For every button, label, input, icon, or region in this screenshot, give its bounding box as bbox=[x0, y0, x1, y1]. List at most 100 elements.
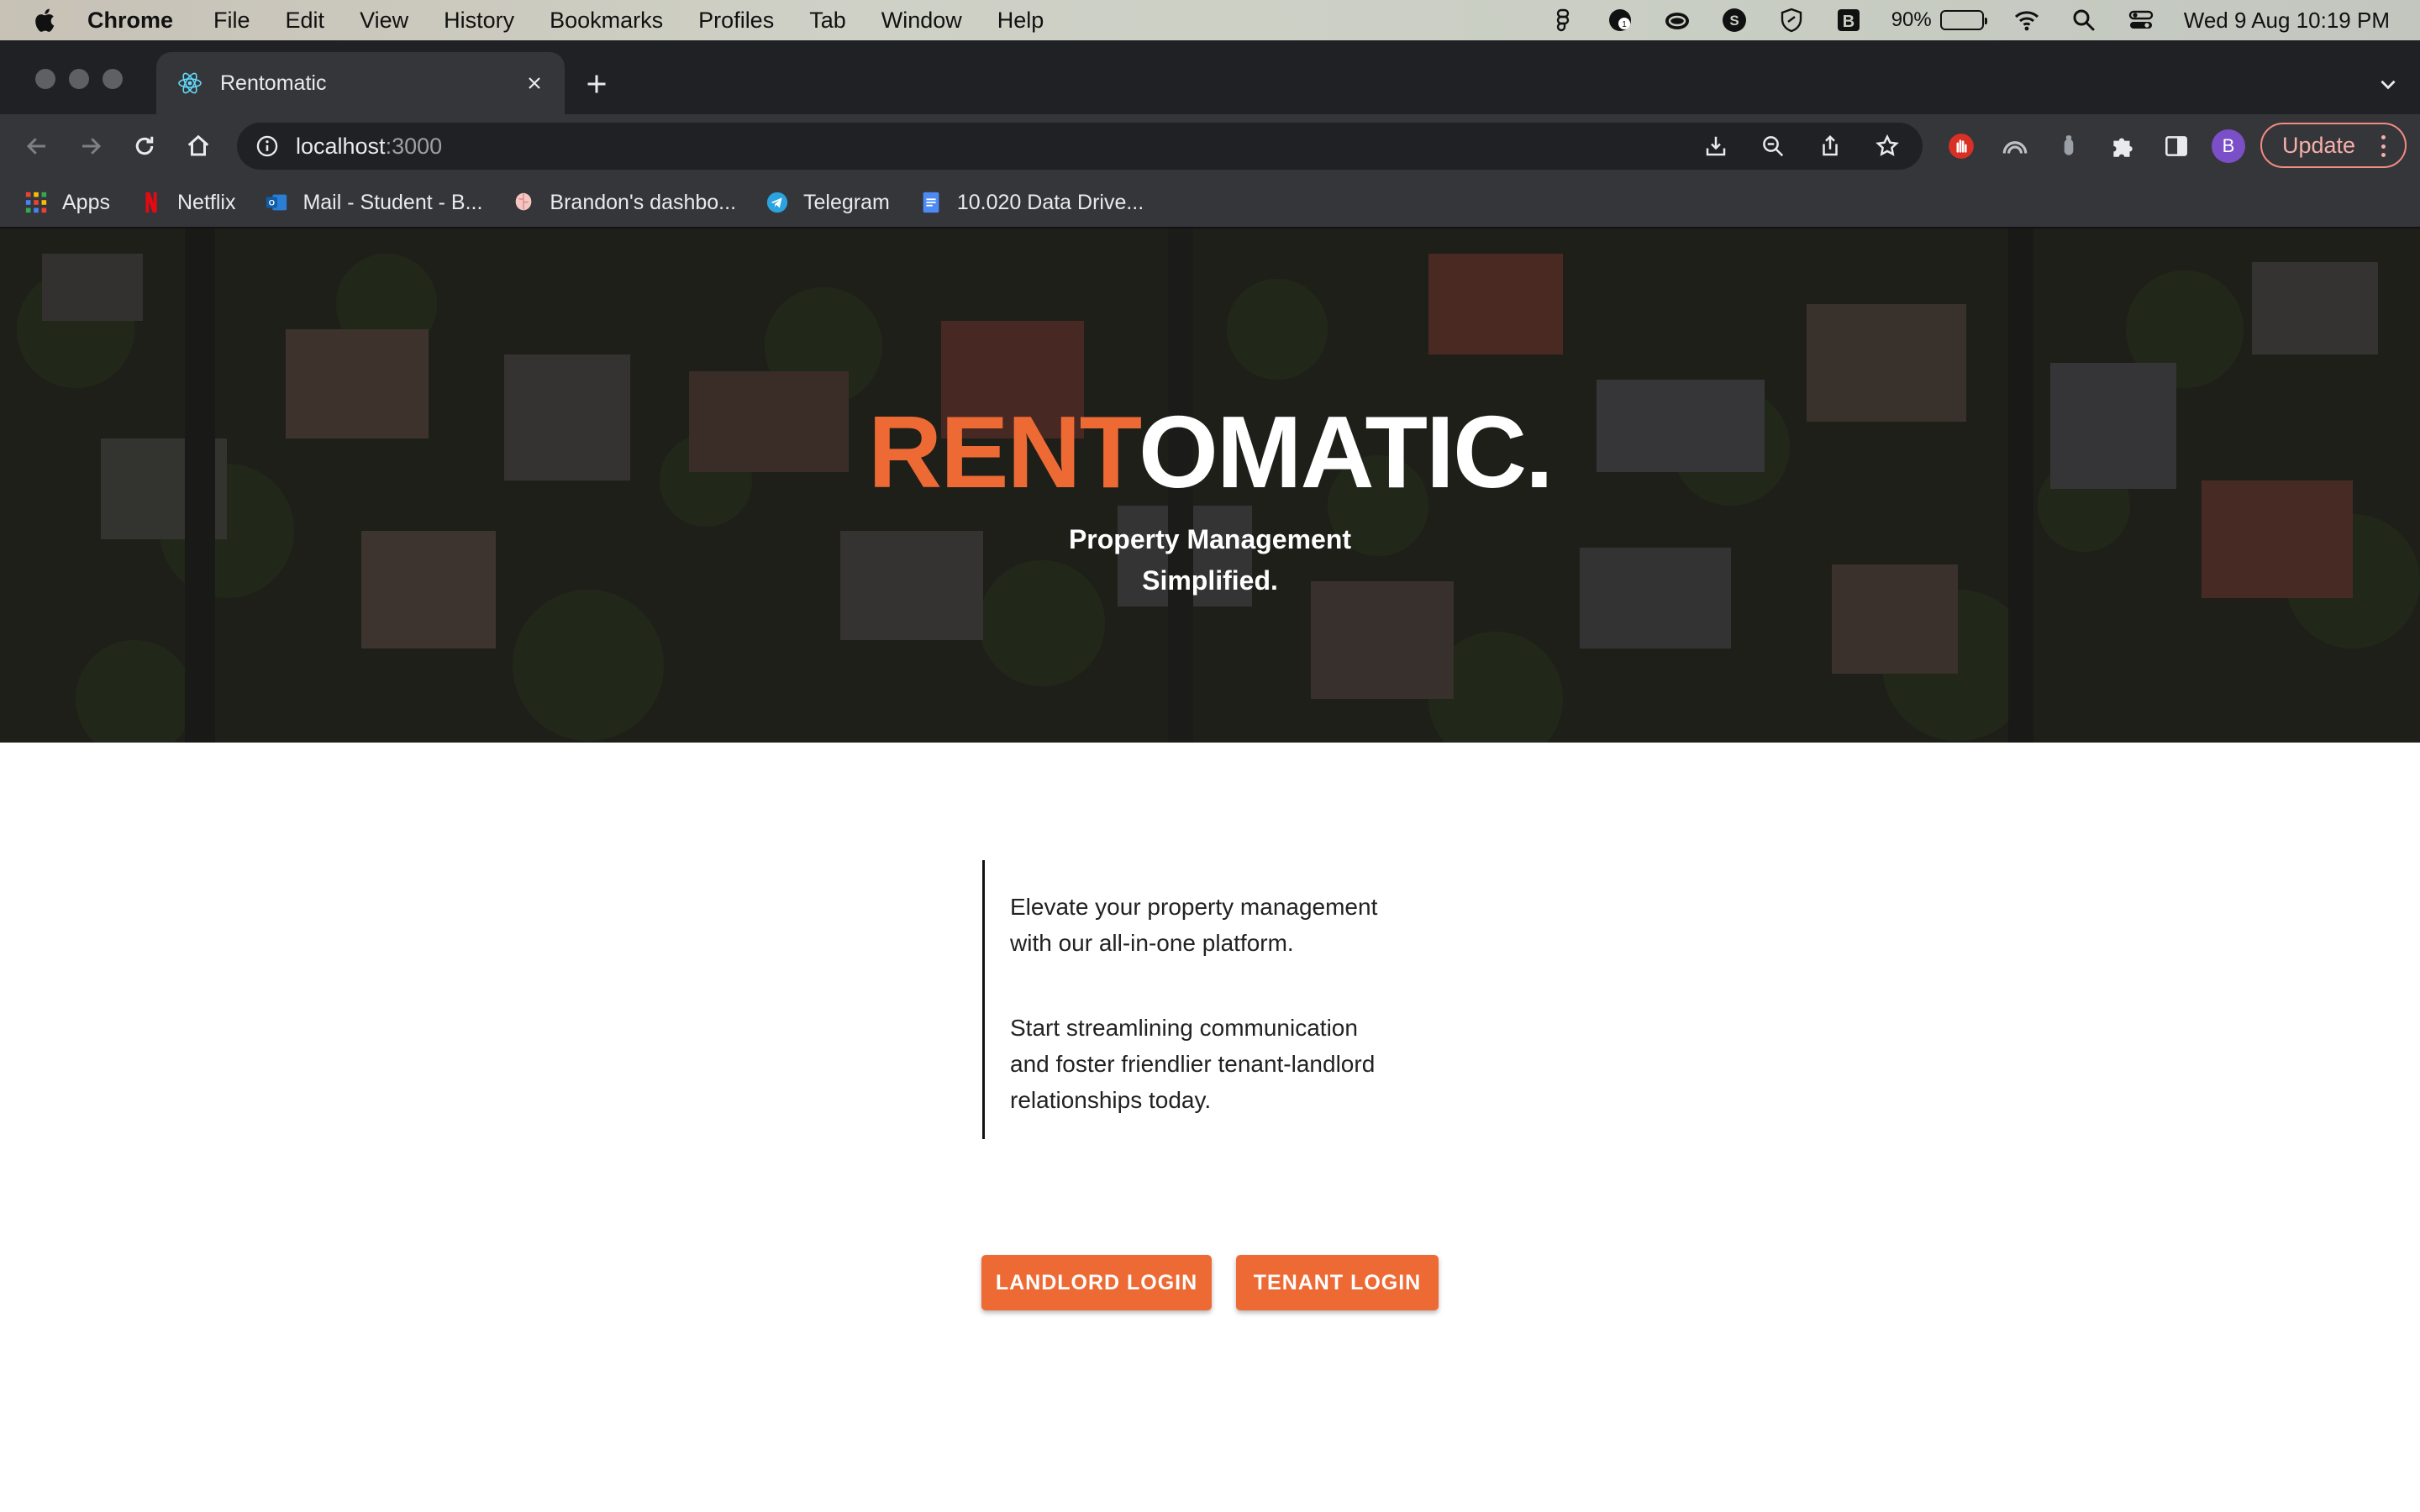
new-tab-plus-icon[interactable] bbox=[580, 67, 613, 101]
bookmarks-bar: Apps Netflix O Mail - Student - B... Bra… bbox=[0, 178, 2420, 228]
tenant-login-button[interactable]: TENANT LOGIN bbox=[1236, 1255, 1439, 1310]
update-chrome-button[interactable]: Update bbox=[2260, 123, 2407, 168]
intro-blurb: Elevate your property management with ou… bbox=[982, 860, 1419, 1139]
svg-text:O: O bbox=[269, 199, 275, 207]
zoom-window-button[interactable] bbox=[103, 69, 123, 89]
bookmark-netflix[interactable]: Netflix bbox=[139, 190, 235, 215]
svg-text:S: S bbox=[1729, 13, 1739, 29]
bookmark-star-icon[interactable] bbox=[1870, 129, 1904, 163]
tagline-line-2: Simplified. bbox=[1142, 565, 1278, 596]
netflix-icon bbox=[139, 190, 164, 215]
forward-arrow-icon[interactable] bbox=[72, 128, 109, 165]
rainbow-extension-icon[interactable] bbox=[1996, 128, 2033, 165]
battery-percent: 90% bbox=[1891, 8, 1932, 31]
menu-window[interactable]: Window bbox=[881, 8, 962, 34]
bold-b-icon[interactable]: B bbox=[1834, 6, 1863, 34]
hero-banner: RENTOMATIC. Property Management Simplifi… bbox=[0, 228, 2420, 743]
intro-paragraph-2: Start streamlining communication and fos… bbox=[1010, 1010, 1419, 1118]
landlord-login-button[interactable]: LANDLORD LOGIN bbox=[981, 1255, 1212, 1310]
puzzle-extensions-icon[interactable] bbox=[2104, 128, 2141, 165]
google-docs-icon bbox=[918, 190, 944, 215]
battery-indicator[interactable]: 90% bbox=[1891, 8, 1987, 32]
extensions-area: B bbox=[1943, 128, 2245, 165]
bookmark-label: Mail - Student - B... bbox=[302, 190, 483, 214]
menu-edit[interactable]: Edit bbox=[286, 8, 325, 34]
apple-logo-icon[interactable] bbox=[32, 7, 55, 34]
bookmark-telegram[interactable]: Telegram bbox=[765, 190, 890, 215]
home-icon[interactable] bbox=[180, 128, 217, 165]
bookmark-label: Apps bbox=[62, 190, 110, 214]
cloud-notification-icon[interactable]: 1 bbox=[1606, 6, 1634, 34]
browser-window: Rentomatic localhost:3000 B Update Apps… bbox=[0, 40, 2420, 228]
menu-history[interactable]: History bbox=[444, 8, 514, 34]
close-tab-icon[interactable] bbox=[518, 66, 551, 100]
creative-cloud-icon[interactable] bbox=[1663, 6, 1691, 34]
menu-help[interactable]: Help bbox=[997, 8, 1044, 34]
intro-p2-line1: Start streamlining communication bbox=[1010, 1015, 1358, 1041]
intro-p2-line3: relationships today. bbox=[1010, 1087, 1212, 1113]
share-icon[interactable] bbox=[1813, 129, 1847, 163]
browser-toolbar: localhost:3000 B Update bbox=[0, 114, 2420, 178]
update-label: Update bbox=[2282, 132, 2356, 158]
grammarly-icon[interactable]: S bbox=[1720, 6, 1749, 34]
zoom-out-icon[interactable] bbox=[1756, 129, 1790, 163]
tagline-line-1: Property Management bbox=[1068, 524, 1352, 554]
back-arrow-icon[interactable] bbox=[18, 128, 55, 165]
profile-avatar[interactable]: B bbox=[2212, 129, 2245, 163]
menu-file[interactable]: File bbox=[213, 8, 250, 34]
reload-icon[interactable] bbox=[126, 128, 163, 165]
menu-profiles[interactable]: Profiles bbox=[698, 8, 774, 34]
intro-p1-line2: with our all-in-one platform. bbox=[1010, 930, 1294, 956]
wifi-icon[interactable] bbox=[2012, 6, 2041, 34]
menu-view[interactable]: View bbox=[360, 8, 408, 34]
minimize-window-button[interactable] bbox=[69, 69, 89, 89]
close-window-button[interactable] bbox=[35, 69, 55, 89]
tab-title: Rentomatic bbox=[220, 71, 327, 95]
bookmark-label: Telegram bbox=[803, 190, 890, 214]
vpn-shield-icon[interactable] bbox=[1777, 6, 1806, 34]
bookmark-data-driven[interactable]: 10.020 Data Drive... bbox=[918, 190, 1144, 215]
brain-icon bbox=[511, 190, 536, 215]
url-host: localhost bbox=[296, 133, 386, 159]
url-port: :3000 bbox=[385, 133, 443, 159]
control-center-icon[interactable] bbox=[2127, 6, 2155, 34]
intro-paragraph-1: Elevate your property management with ou… bbox=[1010, 889, 1419, 961]
site-info-icon[interactable] bbox=[254, 133, 281, 160]
bookmark-brandons-dashboard[interactable]: Brandon's dashbo... bbox=[511, 190, 736, 215]
clock[interactable]: Wed 9 Aug 10:19 PM bbox=[2184, 8, 2390, 34]
hand-stop-extension-icon[interactable] bbox=[1943, 128, 1980, 165]
bookmark-label: Brandon's dashbo... bbox=[550, 190, 737, 214]
outlook-icon: O bbox=[264, 190, 289, 215]
bookmark-apps[interactable]: Apps bbox=[24, 190, 110, 215]
menu-tab[interactable]: Tab bbox=[809, 8, 846, 34]
battery-icon bbox=[1939, 10, 1987, 30]
bookmark-label: 10.020 Data Drive... bbox=[956, 190, 1144, 214]
brand-logo-title: RENTOMATIC. bbox=[0, 393, 2420, 511]
intro-p2-line2: and foster friendlier tenant-landlord bbox=[1010, 1051, 1376, 1077]
menu-bookmarks[interactable]: Bookmarks bbox=[550, 8, 663, 34]
tab-strip: Rentomatic bbox=[0, 40, 2420, 114]
brand-accent-text: RENT bbox=[868, 395, 1140, 509]
bookmark-mail-student[interactable]: O Mail - Student - B... bbox=[264, 190, 482, 215]
side-panel-icon[interactable] bbox=[2158, 128, 2195, 165]
hero-tagline: Property Management Simplified. bbox=[1042, 519, 1378, 601]
page-content: RENTOMATIC. Property Management Simplifi… bbox=[0, 228, 2420, 1512]
brand-rest-text: OMATIC. bbox=[1138, 395, 1554, 509]
svg-text:1: 1 bbox=[1622, 20, 1627, 29]
figma-icon[interactable] bbox=[1549, 6, 1577, 34]
apps-grid-icon bbox=[24, 190, 49, 215]
bookmark-label: Netflix bbox=[176, 190, 236, 214]
tab-search-chevron-down-icon[interactable] bbox=[2373, 69, 2403, 99]
macos-menu-bar: Chrome File Edit View History Bookmarks … bbox=[0, 0, 2420, 40]
more-menu-kebab-icon[interactable] bbox=[2375, 133, 2391, 160]
spotlight-search-icon[interactable] bbox=[2070, 6, 2098, 34]
bottle-extension-icon[interactable] bbox=[2050, 128, 2087, 165]
menu-app-name[interactable]: Chrome bbox=[87, 8, 173, 34]
intro-p1-line1: Elevate your property management bbox=[1010, 894, 1378, 920]
install-app-icon[interactable] bbox=[1699, 129, 1733, 163]
tab-rentomatic[interactable]: Rentomatic bbox=[156, 52, 565, 114]
address-bar[interactable]: localhost:3000 bbox=[237, 123, 1923, 170]
window-controls bbox=[35, 69, 123, 89]
telegram-icon bbox=[765, 190, 790, 215]
react-icon bbox=[176, 70, 203, 97]
